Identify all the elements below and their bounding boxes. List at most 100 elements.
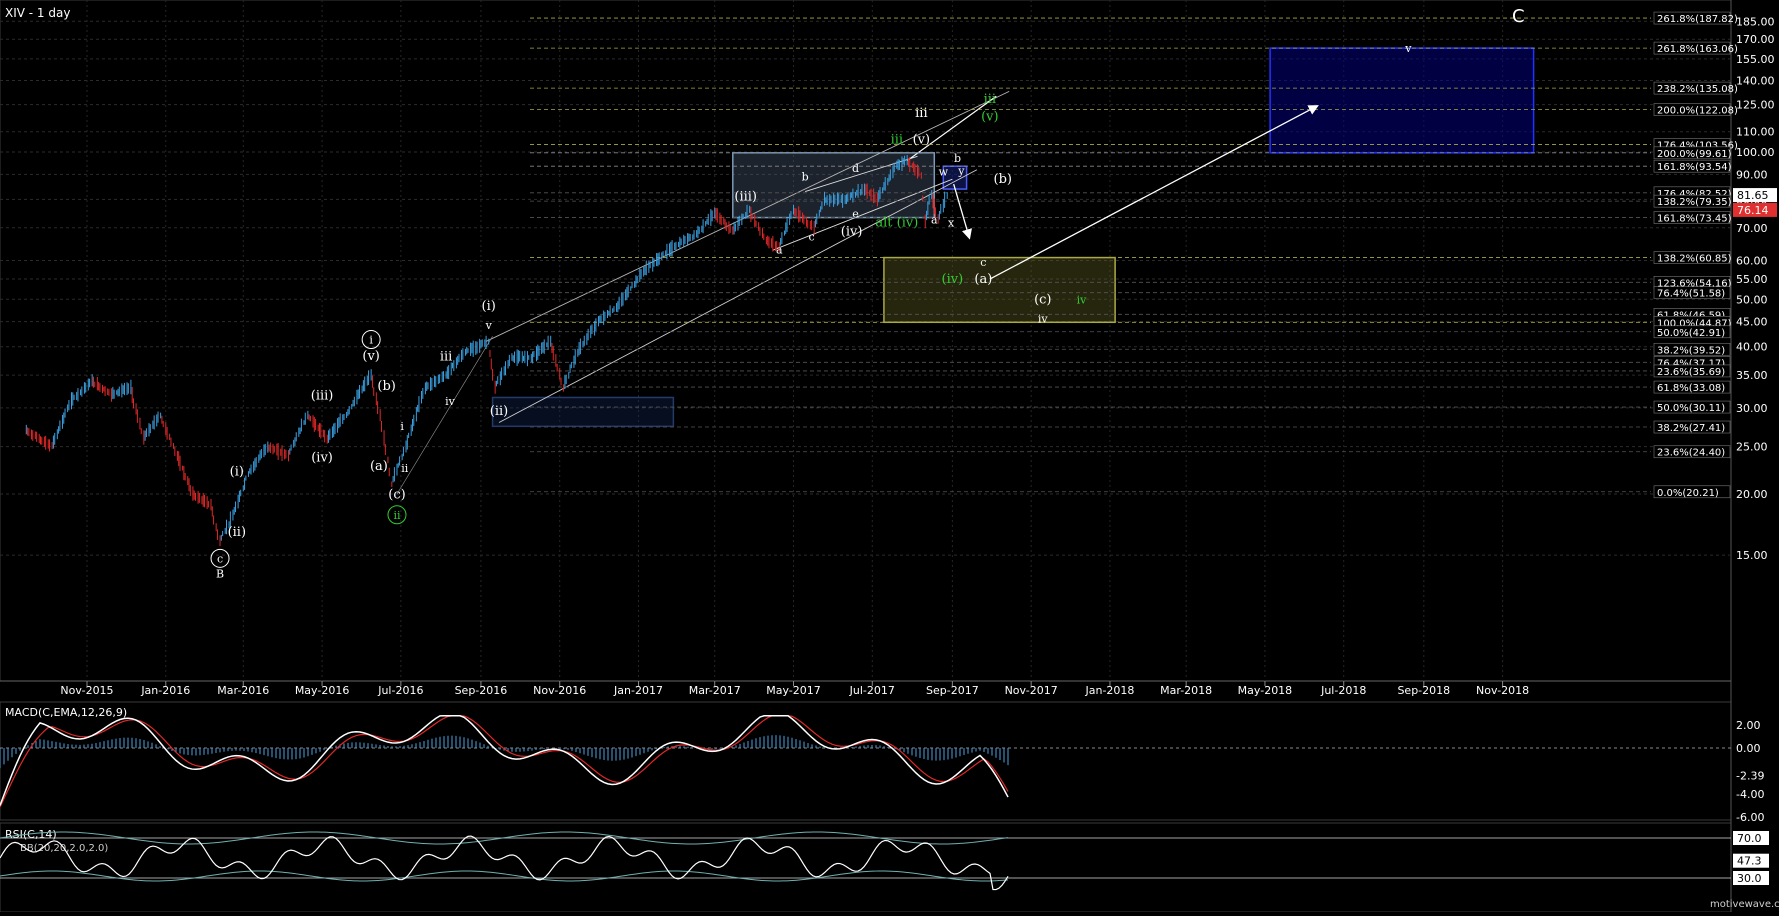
wave-label: (iii)	[311, 389, 334, 404]
time-tick-label: Jul-2016	[377, 684, 423, 697]
macd-tick-label: 2.00	[1736, 719, 1761, 732]
price-tick-label: 60.00	[1736, 255, 1768, 268]
wave-label: B	[216, 568, 224, 581]
price-tick-label: 35.00	[1736, 369, 1768, 382]
wave-label: b	[954, 152, 961, 165]
wave-label: iv	[1077, 294, 1088, 307]
macd-tick-label: -6.00	[1736, 811, 1764, 824]
fib-level-label: 61.8%(33.08)	[1657, 383, 1725, 394]
wave-label: (a)	[974, 272, 992, 287]
wave-label: (v)	[362, 349, 380, 364]
wave-label: ii	[401, 462, 409, 475]
wave-label: (iii)	[734, 190, 757, 205]
wave-label: ii	[393, 509, 401, 522]
fib-level-label: 261.8%(187.82)	[1657, 14, 1738, 25]
wave-label: (v)	[913, 133, 931, 148]
wave-label: x	[948, 216, 955, 229]
wave-label: c	[809, 230, 815, 243]
wave-iv-support-box	[883, 256, 1116, 324]
price-tick-label: 170.00	[1736, 33, 1775, 46]
fib-level-label: 23.6%(24.40)	[1657, 448, 1725, 459]
wave-label: (c)	[388, 487, 405, 502]
price-tick-label: 55.00	[1736, 273, 1768, 286]
price-tick-label: 185.00	[1736, 15, 1775, 28]
time-tick-label: Jan-2017	[613, 684, 663, 697]
price-tick-label: 50.00	[1736, 293, 1768, 306]
wave-label: i	[369, 334, 373, 347]
target-box-c	[1269, 47, 1535, 154]
macd-tick-label: -4.00	[1736, 788, 1764, 801]
price-tick-label: 30.00	[1736, 402, 1768, 415]
time-tick-label: Mar-2016	[217, 684, 269, 697]
chart-stage[interactable]: 261.8%(187.82) 261.8%(163.06) 238.2%(135.0…	[0, 0, 1779, 913]
price-tick-label: 25.00	[1736, 441, 1768, 454]
time-tick-label: May-2016	[295, 684, 350, 697]
time-tick-label: Sep-2016	[455, 684, 508, 697]
price-tick-label: 40.00	[1736, 341, 1768, 354]
rsi-tick-label: 30.0	[1737, 872, 1762, 885]
wave-label: (c)	[1034, 293, 1051, 308]
wave-label: (i)	[482, 299, 496, 314]
wave-label: v	[485, 319, 493, 332]
wave-label: iv	[1038, 313, 1049, 326]
fib-level-label: 261.8%(163.06)	[1657, 44, 1738, 55]
macd-tick-label: 0.00	[1736, 742, 1761, 755]
fib-level-label: 161.8%(93.54)	[1657, 162, 1732, 173]
time-tick-label: May-2018	[1238, 684, 1293, 697]
time-tick-label: Jul-2017	[849, 684, 895, 697]
wave-label: (b)	[994, 172, 1012, 187]
price-tick-label: 100.00	[1736, 146, 1775, 159]
price-tick-label: 90.00	[1736, 168, 1768, 181]
wave-label: iii	[915, 106, 927, 121]
price-tick-label: 45.00	[1736, 316, 1768, 329]
price-tick-label: 20.00	[1736, 488, 1768, 501]
wave-label: e	[852, 207, 859, 220]
price-tick-label: 70.00	[1736, 222, 1768, 235]
time-tick-label: Jul-2018	[1320, 684, 1366, 697]
wave-label: b	[802, 170, 809, 183]
wave-label: y	[957, 164, 965, 177]
wave-label: a	[776, 244, 783, 257]
wave-label: iii	[891, 133, 903, 148]
time-tick-label: Nov-2016	[533, 684, 586, 697]
time-tick-label: Nov-2017	[1005, 684, 1058, 697]
price-tick-label: 155.00	[1736, 53, 1775, 66]
fib-level-label: 161.8%(73.45)	[1657, 214, 1732, 225]
wave-label: (iv)	[942, 272, 964, 287]
wave-label: iii	[984, 92, 996, 107]
fib-level-label: 23.6%(35.69)	[1657, 367, 1725, 378]
time-tick-label: Mar-2017	[689, 684, 741, 697]
fib-level-label: 38.2%(39.52)	[1657, 345, 1725, 356]
wave-label: (ii)	[490, 404, 508, 419]
fib-level-label: 138.2%(60.85)	[1657, 254, 1732, 265]
fib-level-label: 200.0%(122.08)	[1657, 106, 1738, 117]
time-tick-label: Nov-2015	[60, 684, 113, 697]
time-tick-label: Nov-2018	[1476, 684, 1529, 697]
wave-label: (a)	[370, 459, 388, 474]
time-tick-label: Mar-2018	[1160, 684, 1212, 697]
wave-label: c	[980, 256, 986, 269]
time-tick-label: Jan-2018	[1084, 684, 1134, 697]
xiv-elliott-wave-chart[interactable]: 261.8%(187.82) 261.8%(163.06) 238.2%(135.0…	[0, 0, 1779, 913]
wave-label: alt (iv)	[875, 215, 918, 230]
price-tick-label: 140.00	[1736, 75, 1775, 88]
last-price-value: 81.65	[1737, 189, 1769, 202]
rsi-title: RSI(C,14)	[5, 828, 57, 841]
wave-label: (b)	[377, 379, 395, 394]
wave-label: i	[400, 420, 404, 433]
macd-tick-label: -2.39	[1736, 769, 1764, 782]
fib-level-label: 38.2%(27.41)	[1657, 423, 1725, 434]
wave-label: (ii)	[228, 525, 246, 540]
macd-title: MACD(C,EMA,12,26,9)	[5, 706, 127, 719]
price-tick-label: 125.00	[1736, 99, 1775, 112]
wave-label: (v)	[981, 109, 999, 124]
wave-label: v	[1404, 42, 1412, 55]
fib-level-label: 138.2%(79.35)	[1657, 197, 1732, 208]
chart-corner-label: C	[1512, 6, 1525, 27]
fib-level-label: 0.0%(20.21)	[1657, 488, 1719, 499]
time-tick-label: May-2017	[766, 684, 821, 697]
wave-label: (iv)	[841, 225, 863, 240]
price-tick-label: 110.00	[1736, 126, 1775, 139]
price-tick-label: 15.00	[1736, 549, 1768, 562]
chart-title: XIV - 1 day	[5, 6, 70, 20]
